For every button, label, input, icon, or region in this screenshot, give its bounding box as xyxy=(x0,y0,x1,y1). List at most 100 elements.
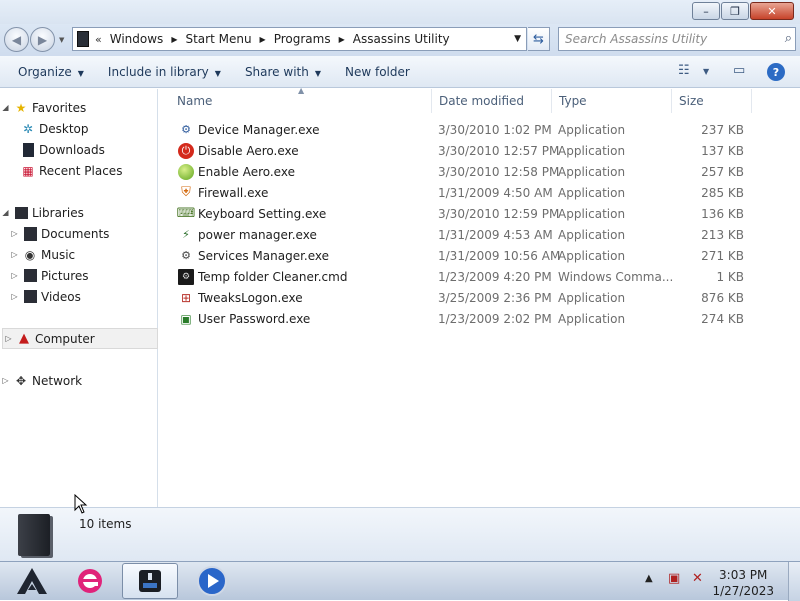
expand-arrow-icon[interactable]: ◢ xyxy=(0,208,11,217)
sidebar-item-music[interactable]: ▷ ◉ Music xyxy=(0,244,158,265)
breadcrumb-separator-icon[interactable]: ▶ xyxy=(339,35,345,44)
file-name-text: TweaksLogon.exe xyxy=(198,290,303,305)
file-row[interactable]: ⚡ power manager.exe 1/31/2009 4:53 AM App… xyxy=(170,224,770,245)
start-button[interactable] xyxy=(4,563,60,599)
documents-icon xyxy=(22,226,38,242)
view-dropdown-icon[interactable]: ▼ xyxy=(703,67,709,76)
sort-up-icon: ▲ xyxy=(298,86,305,95)
chevron-down-icon: ▼ xyxy=(77,68,84,78)
show-desktop-button[interactable] xyxy=(788,562,800,601)
expand-arrow-icon[interactable]: ▷ xyxy=(9,292,20,301)
address-bar[interactable]: « Windows ▶ Start Menu ▶ Programs ▶ Assa… xyxy=(72,27,527,51)
close-button[interactable]: ✕ xyxy=(750,2,794,20)
expand-arrow-icon[interactable]: ◢ xyxy=(0,103,11,112)
file-row[interactable]: ⚙ Services Manager.exe 1/31/2009 10:56 AM… xyxy=(170,245,770,266)
sidebar-item-recent-places[interactable]: ▦ Recent Places xyxy=(0,160,158,181)
file-row[interactable]: ⛨ Firewall.exe 1/31/2009 4:50 AM Applicat… xyxy=(170,182,770,203)
network-status-icon[interactable]: ▣ xyxy=(668,571,680,586)
computer-icon: ▲ xyxy=(19,331,29,346)
file-name: ⏻ Disable Aero.exe xyxy=(178,142,299,159)
file-row[interactable]: ⌨ Keyboard Setting.exe 3/30/2010 12:59 PM… xyxy=(170,203,770,224)
system-clock[interactable]: 3:03 PM 1/27/2023 xyxy=(712,567,774,599)
expand-arrow-icon[interactable]: ▷ xyxy=(0,376,11,385)
view-options-icon[interactable]: ☷ xyxy=(678,63,690,78)
breadcrumb-separator-icon[interactable]: ▶ xyxy=(260,35,266,44)
recent-pages-dropdown[interactable]: ▼ xyxy=(59,36,64,44)
column-date-modified[interactable]: Date modified xyxy=(432,89,552,113)
sidebar-label: Libraries xyxy=(32,205,84,220)
file-name: ⌨ Keyboard Setting.exe xyxy=(177,206,327,222)
taskbar-windows-explorer[interactable] xyxy=(122,563,178,599)
item-count: 10 items xyxy=(79,517,132,531)
folder-large-icon xyxy=(18,514,50,556)
file-row[interactable]: ▣ User Password.exe 1/23/2009 2:02 PM App… xyxy=(170,308,770,329)
title-bar[interactable]: – ❐ ✕ xyxy=(0,0,800,24)
sidebar-label: Downloads xyxy=(39,142,105,157)
sidebar-item-libraries[interactable]: ◢ Libraries xyxy=(0,202,158,223)
sidebar-item-network[interactable]: ▷ ✥ Network xyxy=(0,370,158,391)
breadcrumb-assassins-utility[interactable]: Assassins Utility xyxy=(353,32,450,46)
sidebar-label: Recent Places xyxy=(39,163,123,178)
chevron-down-icon: ▼ xyxy=(314,68,321,78)
search-input[interactable]: Search Assassins Utility ⌕ xyxy=(558,27,796,51)
logon-icon: ⊞ xyxy=(180,290,192,305)
file-type: Application xyxy=(558,311,626,326)
taskbar-media-player[interactable] xyxy=(184,563,240,599)
preview-pane-icon[interactable]: ▭ xyxy=(733,63,745,78)
clock-time: 3:03 PM xyxy=(719,568,768,582)
expand-arrow-icon[interactable]: ▷ xyxy=(3,334,14,343)
sidebar-item-favorites[interactable]: ◢ ★ Favorites xyxy=(0,97,158,118)
column-label: Type xyxy=(559,94,587,108)
file-row[interactable]: ⚙ Temp folder Cleaner.cmd 1/23/2009 4:20 … xyxy=(170,266,770,287)
maximize-button[interactable]: ❐ xyxy=(721,2,749,20)
sidebar-label: Network xyxy=(32,373,83,388)
share-with-button[interactable]: Share with ▼ xyxy=(245,65,321,79)
expand-arrow-icon[interactable]: ▷ xyxy=(9,250,20,259)
expand-arrow-icon[interactable]: ▷ xyxy=(9,229,20,238)
back-button[interactable]: ◀ xyxy=(4,27,29,52)
file-type: Application xyxy=(558,248,626,263)
organize-button[interactable]: Organize ▼ xyxy=(18,65,84,79)
column-name[interactable]: Name ▲ xyxy=(170,86,432,113)
new-folder-button[interactable]: New folder xyxy=(345,65,410,79)
address-dropdown-icon[interactable]: ▼ xyxy=(514,34,521,44)
breadcrumb-windows[interactable]: Windows xyxy=(110,32,164,46)
sidebar-item-videos[interactable]: ▷ Videos xyxy=(0,286,158,307)
file-type: Application xyxy=(558,227,626,242)
breadcrumb-start-menu[interactable]: Start Menu xyxy=(185,32,251,46)
file-row[interactable]: ⏻ Disable Aero.exe 3/30/2010 12:57 PM App… xyxy=(170,140,770,161)
sidebar-item-pictures[interactable]: ▷ Pictures xyxy=(0,265,158,286)
refresh-button[interactable]: ⇆ xyxy=(528,27,550,51)
sidebar-item-computer[interactable]: ▷ ▲ Computer xyxy=(2,328,158,349)
taskbar-internet-explorer[interactable] xyxy=(62,563,118,599)
file-name: ⚙ Temp folder Cleaner.cmd xyxy=(178,268,347,285)
include-in-library-button[interactable]: Include in library ▼ xyxy=(108,65,221,79)
help-icon[interactable]: ? xyxy=(767,63,785,81)
breadcrumb-programs[interactable]: Programs xyxy=(274,32,331,46)
volume-muted-icon[interactable]: ✕ xyxy=(692,571,703,586)
sidebar-label: Pictures xyxy=(41,268,89,283)
file-type: Application xyxy=(558,143,626,158)
column-size[interactable]: Size xyxy=(672,89,752,113)
sidebar-item-desktop[interactable]: ✲ Desktop xyxy=(0,118,158,139)
search-icon[interactable]: ⌕ xyxy=(785,31,792,46)
sidebar-item-downloads[interactable]: Downloads xyxy=(0,139,158,160)
sidebar-item-documents[interactable]: ▷ Documents xyxy=(0,223,158,244)
file-row[interactable]: ⚙ Device Manager.exe 3/30/2010 1:02 PM Ap… xyxy=(170,119,770,140)
column-type[interactable]: Type xyxy=(552,89,672,113)
expand-arrow-icon[interactable]: ▷ xyxy=(9,271,20,280)
forward-button[interactable]: ▶ xyxy=(30,27,55,52)
breadcrumb-separator-icon[interactable]: ▶ xyxy=(171,35,177,44)
sidebar-label: Desktop xyxy=(39,121,89,136)
file-size: 257 KB xyxy=(701,164,744,179)
music-icon: ◉ xyxy=(24,247,36,262)
minimize-button[interactable]: – xyxy=(692,2,720,20)
file-date: 3/30/2010 12:58 PM xyxy=(438,164,560,179)
organize-label: Organize xyxy=(18,64,72,79)
file-row[interactable]: Enable Aero.exe 3/30/2010 12:58 PM Appli… xyxy=(170,161,770,182)
file-row[interactable]: ⊞ TweaksLogon.exe 3/25/2009 2:36 PM Appli… xyxy=(170,287,770,308)
file-type: Application xyxy=(558,185,626,200)
pictures-icon xyxy=(22,268,38,284)
breadcrumb-overflow[interactable]: « xyxy=(95,33,102,46)
show-hidden-icons[interactable]: ▲ xyxy=(645,573,653,584)
